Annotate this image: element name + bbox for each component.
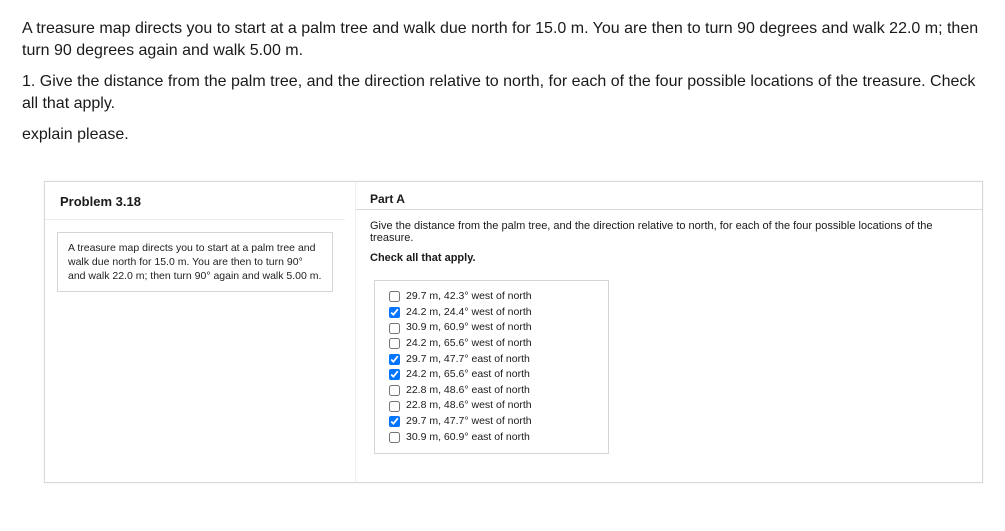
answer-option-label: 29.7 m, 42.3° west of north xyxy=(406,290,532,304)
answer-option: 29.7 m, 47.7° east of north xyxy=(389,352,594,368)
answer-option: 24.2 m, 65.6° west of north xyxy=(389,336,594,352)
answer-option-label: 30.9 m, 60.9° east of north xyxy=(406,431,530,445)
answer-option: 29.7 m, 42.3° west of north xyxy=(389,289,594,305)
problem-panel: Problem 3.18 A treasure map directs you … xyxy=(44,181,983,483)
answer-option-label: 24.2 m, 65.6° east of north xyxy=(406,368,530,382)
answer-option: 30.9 m, 60.9° east of north xyxy=(389,430,594,446)
answer-option-label: 29.7 m, 47.7° east of north xyxy=(406,353,530,367)
answer-option: 29.7 m, 47.7° west of north xyxy=(389,414,594,430)
answer-checkbox[interactable] xyxy=(389,416,400,427)
answer-checkbox[interactable] xyxy=(389,369,400,380)
intro-paragraph-1: A treasure map directs you to start at a… xyxy=(22,18,983,61)
part-a-question: Give the distance from the palm tree, an… xyxy=(356,210,982,248)
answer-option: 22.8 m, 48.6° east of north xyxy=(389,383,594,399)
part-a-check-label: Check all that apply. xyxy=(356,248,982,274)
answer-option: 24.2 m, 24.4° west of north xyxy=(389,305,594,321)
problem-statement-box: A treasure map directs you to start at a… xyxy=(57,232,333,293)
answer-checkbox[interactable] xyxy=(389,307,400,318)
answer-option-label: 24.2 m, 65.6° west of north xyxy=(406,337,532,351)
intro-paragraph-3: explain please. xyxy=(22,124,983,146)
answer-options-box: 29.7 m, 42.3° west of north 24.2 m, 24.4°… xyxy=(374,280,609,454)
problem-title: Problem 3.18 xyxy=(45,182,345,220)
answer-checkbox[interactable] xyxy=(389,338,400,349)
answer-checkbox[interactable] xyxy=(389,432,400,443)
answer-checkbox[interactable] xyxy=(389,401,400,412)
answer-option-label: 29.7 m, 47.7° west of north xyxy=(406,415,532,429)
answer-option-label: 22.8 m, 48.6° west of north xyxy=(406,399,532,413)
answer-option: 24.2 m, 65.6° east of north xyxy=(389,367,594,383)
answer-checkbox[interactable] xyxy=(389,291,400,302)
answer-option-label: 24.2 m, 24.4° west of north xyxy=(406,306,532,320)
answer-checkbox[interactable] xyxy=(389,385,400,396)
intro-paragraph-2: 1. Give the distance from the palm tree,… xyxy=(22,71,983,114)
answer-option: 22.8 m, 48.6° west of north xyxy=(389,398,594,414)
answer-option-label: 22.8 m, 48.6° east of north xyxy=(406,384,530,398)
part-a-label: Part A xyxy=(356,182,982,210)
answer-option-label: 30.9 m, 60.9° west of north xyxy=(406,321,532,335)
answer-option: 30.9 m, 60.9° west of north xyxy=(389,320,594,336)
answer-checkbox[interactable] xyxy=(389,323,400,334)
answer-checkbox[interactable] xyxy=(389,354,400,365)
